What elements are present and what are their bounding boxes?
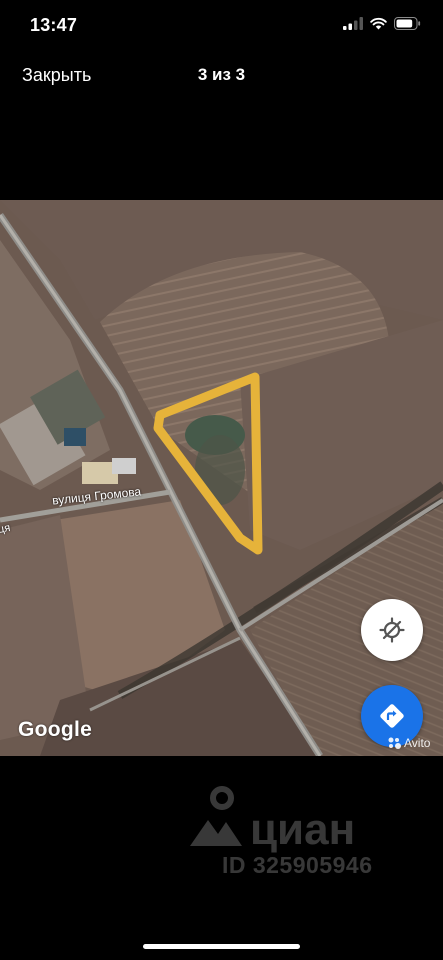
recenter-icon bbox=[379, 617, 405, 643]
cian-logo-icon bbox=[190, 786, 242, 846]
avito-logo-icon bbox=[388, 737, 401, 749]
cian-wordmark: циан bbox=[250, 805, 356, 854]
wifi-icon bbox=[370, 17, 387, 30]
status-time: 13:47 bbox=[30, 15, 78, 35]
recenter-button[interactable] bbox=[361, 599, 423, 661]
status-bar: 13:47 bbox=[0, 0, 443, 52]
status-icons bbox=[343, 17, 421, 30]
home-indicator[interactable] bbox=[143, 944, 300, 949]
google-logo: Google bbox=[18, 718, 93, 741]
avito-label: Avito bbox=[404, 736, 431, 750]
street-label-partial: ця bbox=[0, 522, 12, 536]
map-photo[interactable]: вулиця Громова ця Google Avito bbox=[0, 200, 443, 756]
viewer-nav-bar: Закрыть 3 из 3 bbox=[0, 55, 443, 95]
photo-counter: 3 из 3 bbox=[197, 65, 246, 84]
satellite-map bbox=[0, 200, 443, 756]
cian-watermark: циан bbox=[186, 786, 355, 852]
avito-watermark: Avito bbox=[388, 736, 430, 750]
cellular-signal-icon bbox=[343, 17, 363, 30]
listing-id: ID 325905946 bbox=[222, 852, 373, 878]
battery-icon bbox=[394, 17, 421, 30]
directions-icon bbox=[380, 704, 404, 728]
